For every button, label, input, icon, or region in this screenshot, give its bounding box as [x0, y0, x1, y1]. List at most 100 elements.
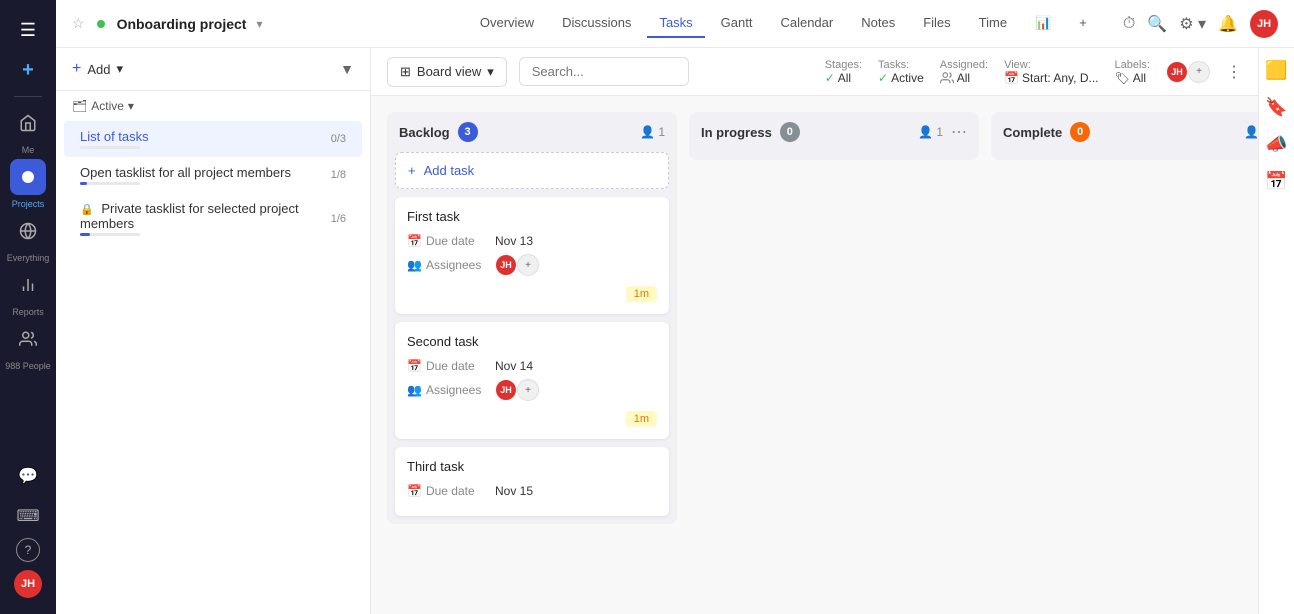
top-nav: ☆ Onboarding project ▾ Overview Discussi…	[56, 0, 1294, 48]
add-button[interactable]: + Add ▾	[72, 60, 123, 78]
folder-icon: 🗂	[72, 99, 87, 113]
right-sidebar: 🟨 🔖 📣 📅	[1258, 48, 1294, 614]
due-date-value: Nov 14	[495, 359, 533, 373]
stages-label: Stages:	[825, 59, 862, 71]
column-header-right: 👤 1	[640, 125, 665, 139]
column-in-progress-title: In progress	[701, 125, 772, 140]
reports-icon[interactable]	[10, 267, 46, 303]
calendar-icon: 📅	[407, 484, 422, 498]
nav-tasks[interactable]: Tasks	[647, 9, 704, 38]
tasklist-progress-fill	[80, 233, 90, 236]
task-card[interactable]: Third task 📅 Due date Nov 15	[395, 447, 669, 516]
nav-discussions[interactable]: Discussions	[550, 9, 643, 38]
everything-icon[interactable]	[10, 213, 46, 249]
nav-time[interactable]: Time	[967, 9, 1019, 38]
nav-files[interactable]: Files	[911, 9, 962, 38]
calendar-icon: 📅	[407, 234, 422, 248]
board-view-label: Board view	[417, 64, 481, 79]
tasklist-progress-bar	[80, 146, 140, 149]
task-due-date-row: 📅 Due date Nov 15	[407, 484, 657, 498]
board-icon: ⊞	[400, 64, 411, 80]
blue-bookmark-icon[interactable]: 🔖	[1265, 97, 1287, 118]
due-date-value: Nov 15	[495, 484, 533, 498]
due-date-label: 📅 Due date	[407, 359, 487, 373]
settings-icon[interactable]: ⚙ ▾	[1179, 14, 1206, 34]
project-name[interactable]: Onboarding project	[117, 16, 247, 32]
nav-calendar[interactable]: Calendar	[768, 9, 845, 38]
megaphone-icon[interactable]: 📣	[1265, 134, 1287, 155]
tasks-value: ✓ Active	[878, 71, 924, 85]
assigned-label: Assigned:	[940, 59, 988, 71]
filter-tasks[interactable]: Tasks: ✓ Active	[878, 59, 924, 85]
more-options-icon[interactable]: ⋮	[1226, 62, 1242, 82]
time-badge: 1m	[626, 411, 657, 427]
nav-add-icon[interactable]: +	[1067, 9, 1099, 38]
calendar-sidebar-icon[interactable]: 📅	[1265, 171, 1287, 192]
tasklist-item[interactable]: List of tasks 0/3	[64, 121, 362, 157]
people-label: 988 People	[5, 361, 51, 371]
nav-chart-icon[interactable]: 📊	[1023, 9, 1063, 38]
left-panel-header: + Add ▾ ▼	[56, 48, 370, 91]
column-people-icon: 👤 1	[1244, 125, 1258, 139]
icon-sidebar: ☰ + Me Projects Everything Reports 988 P…	[0, 0, 56, 614]
column-backlog-title: Backlog	[399, 125, 450, 140]
task-footer: 1m	[407, 282, 657, 302]
column-backlog: Backlog 3 👤 1 + Add task First task	[387, 112, 677, 524]
column-people-icon: 👤 1	[640, 125, 665, 139]
nav-gantt[interactable]: Gantt	[709, 9, 765, 38]
column-backlog-header: Backlog 3 👤 1	[387, 112, 677, 152]
search-input[interactable]	[519, 57, 689, 86]
chat-icon[interactable]: 💬	[10, 458, 46, 494]
task-card[interactable]: First task 📅 Due date Nov 13 👥	[395, 197, 669, 314]
tasklist-item[interactable]: Open tasklist for all project members 1/…	[64, 157, 362, 193]
filter-labels[interactable]: Labels: 🏷 All	[1115, 59, 1150, 85]
people-icon[interactable]	[10, 321, 46, 357]
board-view-chevron: ▾	[487, 64, 494, 80]
nav-notes[interactable]: Notes	[849, 9, 907, 38]
column-complete-title: Complete	[1003, 125, 1062, 140]
help-icon[interactable]: ?	[16, 538, 40, 562]
active-chevron-icon: ▾	[128, 99, 134, 113]
add-chevron-icon: ▾	[116, 61, 123, 77]
filter-assigned[interactable]: Assigned: All	[940, 59, 988, 85]
tasklist-info: Open tasklist for all project members	[80, 165, 331, 185]
assignee-more-icon[interactable]: +	[1188, 61, 1210, 83]
due-date-label: 📅 Due date	[407, 484, 487, 498]
yellow-note-icon[interactable]: 🟨	[1265, 60, 1287, 81]
home-icon[interactable]	[10, 105, 46, 141]
add-global-icon[interactable]: +	[10, 52, 46, 88]
search-icon[interactable]: 🔍	[1147, 14, 1167, 34]
filter-icon[interactable]: ▼	[340, 61, 354, 77]
project-chevron-icon[interactable]: ▾	[256, 17, 262, 31]
task-assignees-row: 👥 Assignees JH +	[407, 379, 657, 401]
menu-icon[interactable]: ☰	[10, 12, 46, 48]
add-assignee-icon[interactable]: +	[517, 254, 539, 276]
star-icon[interactable]: ☆	[72, 15, 85, 32]
column-in-progress-header: In progress 0 👤 1 ⋯	[689, 112, 979, 152]
task-title: Third task	[407, 459, 657, 474]
column-backlog-body: First task 📅 Due date Nov 13 👥	[387, 197, 677, 524]
projects-icon[interactable]	[10, 159, 46, 195]
task-card[interactable]: Second task 📅 Due date Nov 14 👥	[395, 322, 669, 439]
add-assignee-icon[interactable]: +	[517, 379, 539, 401]
column-complete: Complete 0 👤 1	[991, 112, 1258, 160]
user-avatar[interactable]: JH	[10, 566, 46, 602]
board-columns: Backlog 3 👤 1 + Add task First task	[371, 96, 1258, 614]
tasks-check-icon: ✓	[878, 71, 888, 85]
column-more-icon[interactable]: ⋯	[951, 122, 967, 142]
stages-value: ✓ All	[825, 71, 862, 85]
add-plus-icon: +	[72, 60, 81, 78]
nav-overview[interactable]: Overview	[468, 9, 546, 38]
filter-view[interactable]: View: 📅 Start: Any, D...	[1004, 59, 1098, 85]
filter-stages[interactable]: Stages: ✓ All	[825, 59, 862, 85]
add-task-button[interactable]: + Add task	[395, 152, 669, 189]
tasklist-name: List of tasks	[80, 129, 331, 144]
active-section[interactable]: 🗂 Active ▾	[56, 91, 370, 121]
tasklist-progress-bar	[80, 233, 140, 236]
user-avatar-top[interactable]: JH	[1250, 10, 1278, 38]
tasklist-item[interactable]: 🔒 Private tasklist for selected project …	[64, 193, 362, 244]
keyboard-icon[interactable]: ⌨	[10, 498, 46, 534]
board-view-button[interactable]: ⊞ Board view ▾	[387, 57, 507, 87]
clock-icon[interactable]: ⏱	[1123, 15, 1135, 33]
bell-icon[interactable]: 🔔	[1218, 14, 1238, 34]
